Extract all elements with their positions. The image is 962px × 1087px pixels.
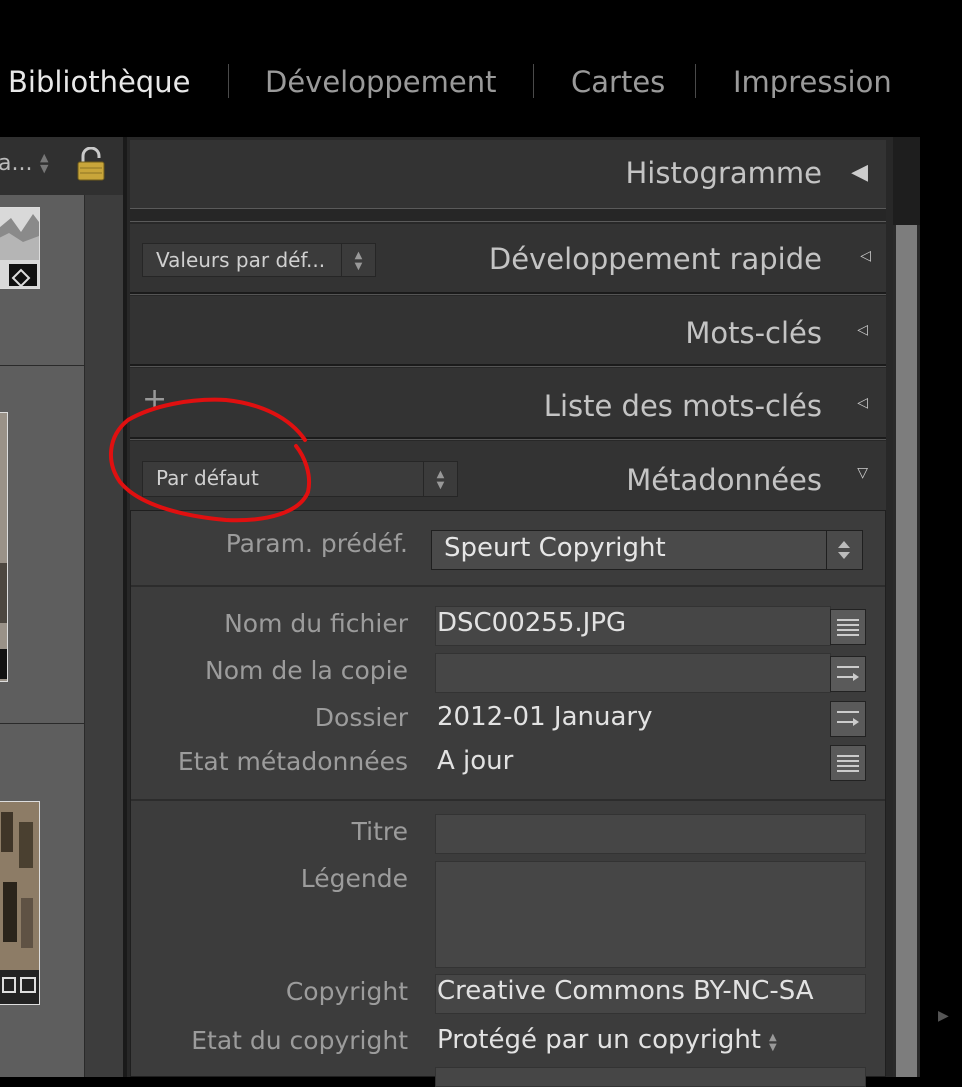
module-separator (228, 64, 229, 98)
left-panel: a... ▲ ▼ (0, 137, 124, 1077)
window-edge (920, 137, 962, 1077)
thumbnail-image[interactable] (0, 801, 40, 1005)
module-map[interactable]: Cartes (571, 50, 665, 114)
histogram-title: Histogramme (625, 156, 822, 190)
next-metadata-field[interactable] (435, 1067, 866, 1087)
module-separator (695, 64, 696, 98)
expanded-triangle-icon[interactable]: ▽ (857, 465, 868, 481)
thumbnail-image[interactable] (0, 207, 40, 289)
up-down-arrows-icon[interactable]: ▲ ▼ (769, 1033, 777, 1053)
copyright-label: Copyright (285, 977, 408, 1006)
metadata-view-dropdown[interactable]: Par défaut ▲ ▼ (142, 461, 458, 497)
panel-divider (130, 366, 886, 367)
copy-name-field[interactable] (435, 653, 831, 693)
scrollbar-thumb[interactable] (896, 225, 917, 1077)
metadata-preset-value: Speurt Copyright (444, 533, 666, 563)
grid-divider (0, 365, 84, 366)
up-down-arrows-icon: ▲ ▼ (423, 462, 457, 496)
quick-develop-panel-header[interactable]: Valeurs par déf... ▲ ▼ Développement rapi… (130, 224, 886, 292)
left-panel-gutter (84, 195, 124, 1077)
add-keyword-plus-icon[interactable]: + (142, 382, 167, 417)
right-panel-scrollbar[interactable] (893, 137, 920, 1077)
up-down-arrows-icon[interactable]: ▲ ▼ (40, 152, 48, 174)
collapsed-triangle-icon[interactable]: ◁ (857, 322, 868, 338)
module-library[interactable]: Bibliothèque (8, 50, 190, 114)
module-develop[interactable]: Développement (265, 50, 496, 114)
list-icon[interactable] (830, 609, 866, 645)
left-panel-header: a... ▲ ▼ (0, 137, 123, 196)
collection-selector-label[interactable]: a... (0, 151, 32, 176)
folder-label: Dossier (314, 703, 408, 732)
collapsed-triangle-icon[interactable]: ◁ (860, 248, 871, 264)
up-down-arrows-icon: ▲ ▼ (341, 244, 375, 276)
quick-develop-title: Développement rapide (488, 242, 822, 276)
quick-develop-preset-value: Valeurs par déf... (156, 248, 326, 272)
module-separator (533, 64, 534, 98)
panel-divider (130, 294, 886, 295)
title-label: Titre (351, 817, 408, 846)
copy-name-label: Nom de la copie (205, 656, 408, 685)
copyright-value: Creative Commons BY-NC-SA (437, 976, 814, 1006)
collapse-left-triangle-icon[interactable]: ◀ (851, 160, 868, 185)
caption-field[interactable] (435, 861, 866, 968)
arrow-right-icon[interactable] (830, 656, 866, 692)
module-picker: Bibliothèque Développement Cartes Impres… (0, 50, 962, 114)
panel-divider (130, 439, 886, 440)
copyright-status-label: Etat du copyright (191, 1026, 408, 1055)
keywording-title: Mots-clés (685, 316, 822, 350)
histogram-area-collapsed (130, 208, 886, 222)
expand-right-panel-icon[interactable]: ▶ (938, 1008, 949, 1024)
list-icon[interactable] (830, 745, 866, 781)
section-separator (131, 799, 885, 801)
folder-value: 2012-01 January (437, 702, 653, 732)
preset-label: Param. prédéf. (225, 529, 408, 558)
collapsed-triangle-icon[interactable]: ◁ (857, 395, 868, 411)
padlock-icon[interactable] (76, 147, 106, 181)
grid-thumbnail-column (0, 195, 84, 1077)
metadata-preset-dropdown[interactable]: Speurt Copyright (431, 530, 863, 570)
up-down-arrows-icon (826, 531, 862, 569)
keywording-panel-header[interactable]: Mots-clés ◁ (130, 296, 886, 364)
title-field[interactable] (435, 814, 866, 854)
grid-divider (0, 723, 84, 724)
metadata-status-label: Etat métadonnées (177, 747, 408, 776)
keyword-list-panel-header[interactable]: + Liste des mots-clés ◁ (130, 368, 886, 438)
metadata-title: Métadonnées (626, 463, 822, 497)
metadata-status-value: A jour (437, 746, 514, 776)
module-print[interactable]: Impression (733, 50, 892, 114)
histogram-panel-header[interactable]: Histogramme ◀ (130, 140, 886, 208)
arrow-right-icon[interactable] (830, 701, 866, 737)
metadata-view-value: Par défaut (156, 466, 259, 490)
metadata-panel-header[interactable]: Par défaut ▲ ▼ Métadonnées ▽ (130, 441, 886, 511)
scrollbar-track (893, 137, 920, 225)
thumbnail-image[interactable] (0, 412, 8, 682)
file-name-label: Nom du fichier (224, 609, 408, 638)
keyword-list-title: Liste des mots-clés (543, 389, 822, 423)
quick-develop-preset-dropdown[interactable]: Valeurs par déf... ▲ ▼ (142, 243, 376, 277)
metadata-panel-body: Param. prédéf. Speurt Copyright Nom du f… (130, 510, 886, 1087)
file-name-value: DSC00255.JPG (437, 608, 627, 638)
caption-label: Légende (300, 864, 408, 893)
copyright-status-value: Protégé par un copyright (437, 1025, 761, 1055)
section-separator (131, 585, 885, 587)
